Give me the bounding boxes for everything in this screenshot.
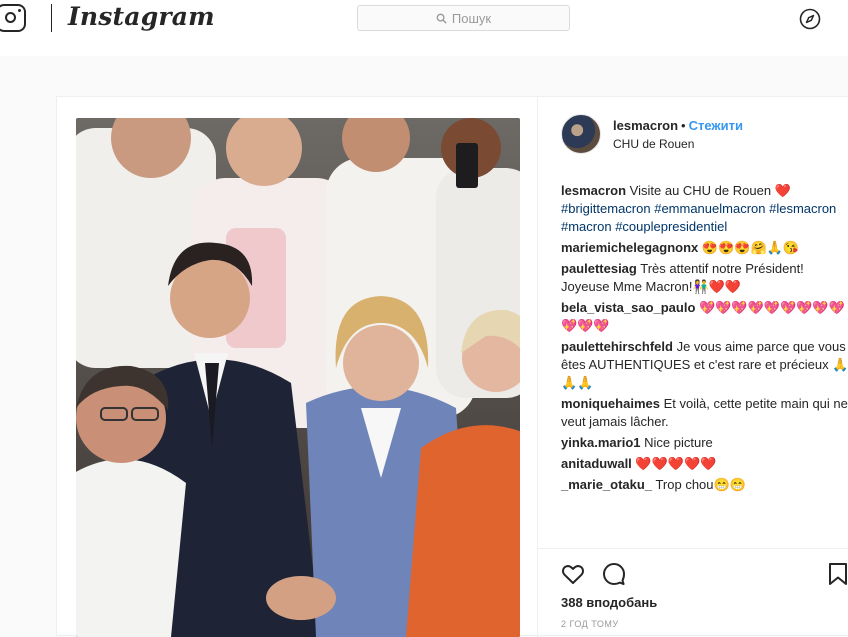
comment-text: Trop chou😁😁 (655, 477, 746, 492)
comment-username[interactable]: paulettehirschfeld (561, 339, 673, 354)
search-input[interactable]: Пошук (357, 5, 570, 31)
comment-username[interactable]: mariemichelegagnonx (561, 240, 698, 255)
follow-button[interactable]: Стежити (689, 118, 743, 133)
list-item: mariemichelegagnonx 😍😍😍🤗🙏😘 (561, 239, 848, 257)
comment-username[interactable]: paulettesiag (561, 261, 637, 276)
comment-username[interactable]: _marie_otaku_ (561, 477, 652, 492)
caption-hashtags[interactable]: #brigittemacron #emmanuelmacron #lesmacr… (561, 201, 836, 234)
post-header: lesmacron • Стежити CHU de Rouen (537, 96, 848, 176)
post-username[interactable]: lesmacron (613, 118, 678, 133)
bookmark-icon[interactable] (826, 562, 848, 586)
comment-username[interactable]: anitaduwall (561, 456, 632, 471)
caption-text: Visite au CHU de Rouen ❤️ (629, 183, 791, 198)
comment-text: Nice picture (644, 435, 713, 450)
likes-count[interactable]: 388 вподобань (561, 595, 657, 610)
list-item: paulettesiag Très attentif notre Préside… (561, 260, 848, 296)
post-timestamp[interactable]: 2 ГОД ТОМУ (561, 619, 619, 629)
post-location[interactable]: CHU de Rouen (613, 137, 694, 151)
avatar[interactable] (561, 114, 601, 154)
separator-dot: • (681, 118, 686, 133)
list-item: anitaduwall ❤️❤️❤️❤️❤️ (561, 455, 848, 473)
top-navigation-bar: Instagram Пошук (0, 0, 848, 56)
logo-divider (51, 4, 52, 32)
search-placeholder: Пошук (451, 10, 492, 26)
instagram-logo[interactable]: Instagram (68, 2, 215, 31)
comments-list[interactable]: lesmacron Visite au CHU de Rouen ❤️ #bri… (537, 182, 848, 548)
list-item: _marie_otaku_ Trop chou😁😁 (561, 476, 848, 494)
list-item: bela_vista_sao_paulo 💖💖💖💖💖💖💖💖💖💖💖💖 (561, 299, 848, 335)
comment-bubble-icon[interactable] (602, 562, 626, 586)
post-side-panel: lesmacron • Стежити CHU de Rouen lesmacron… (56, 96, 848, 636)
comment-text: ❤️❤️❤️❤️❤️ (635, 456, 717, 471)
list-item: moniquehaimes Et voilà, cette petite mai… (561, 395, 848, 431)
caption: lesmacron Visite au CHU de Rouen ❤️ #bri… (561, 182, 848, 236)
comment-username[interactable]: moniquehaimes (561, 396, 660, 411)
search-icon (436, 13, 447, 24)
header-user-line: lesmacron • Стежити (613, 118, 743, 133)
list-item: paulettehirschfeld Je vous aime parce qu… (561, 338, 848, 392)
actions-divider (537, 548, 848, 549)
comment-text: 😍😍😍🤗🙏😘 (701, 240, 800, 255)
heart-icon[interactable] (561, 562, 585, 586)
caption-username[interactable]: lesmacron (561, 183, 626, 198)
instagram-camera-icon[interactable] (0, 4, 26, 32)
compass-icon[interactable] (799, 8, 821, 30)
comment-username[interactable]: yinka.mario1 (561, 435, 641, 450)
list-item: yinka.mario1 Nice picture (561, 434, 848, 452)
comment-username[interactable]: bela_vista_sao_paulo (561, 300, 695, 315)
